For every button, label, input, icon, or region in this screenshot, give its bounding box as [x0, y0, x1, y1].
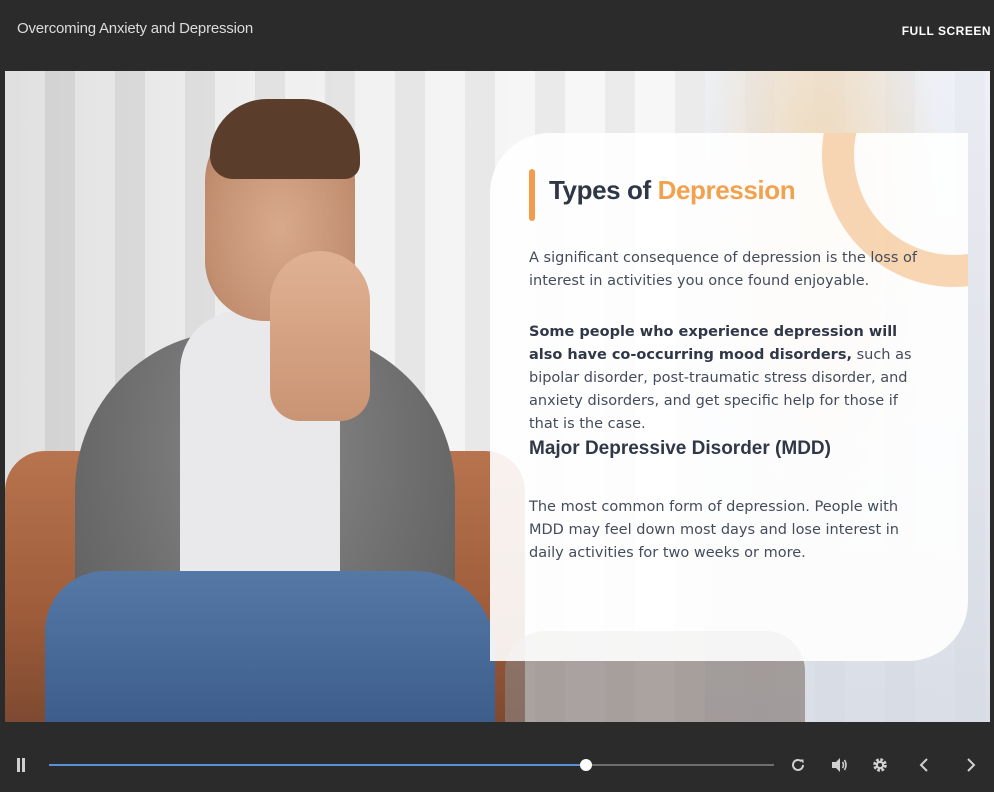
paragraph-3: The most common form of depression. Peop… — [529, 499, 899, 561]
paragraph-1: A significant consequence of depression … — [529, 250, 918, 289]
title-accent-bar — [529, 169, 535, 221]
replay-icon[interactable] — [789, 756, 807, 774]
progress-thumb[interactable] — [579, 759, 592, 771]
progress-fill — [49, 764, 586, 766]
course-title: Overcoming Anxiety and Depression — [17, 20, 254, 37]
player-controls — [0, 722, 994, 792]
next-icon[interactable] — [964, 757, 978, 773]
slide-title-text: Types of — [549, 175, 651, 205]
slide-stage: Types of Depression A significant conseq… — [5, 71, 990, 722]
paragraph-2-bold: Some people who experience depression wi… — [529, 324, 898, 363]
settings-icon[interactable] — [871, 756, 889, 774]
previous-icon[interactable] — [917, 757, 931, 773]
fullscreen-button[interactable]: FULL SCREEN — [902, 24, 991, 38]
slide-title-highlight: Depression — [657, 175, 796, 205]
volume-icon[interactable] — [830, 756, 850, 774]
top-bar: Overcoming Anxiety and Depression FULL S… — [0, 0, 994, 71]
progress-bar[interactable] — [49, 759, 774, 771]
content-card: Types of Depression A significant conseq… — [490, 133, 968, 661]
paragraph-2: Some people who experience depression wi… — [529, 321, 919, 436]
subheading-mdd: Major Depressive Disorder (MDD) — [529, 438, 831, 459]
pause-icon[interactable] — [15, 758, 27, 772]
slide-title: Types of Depression — [549, 175, 796, 206]
